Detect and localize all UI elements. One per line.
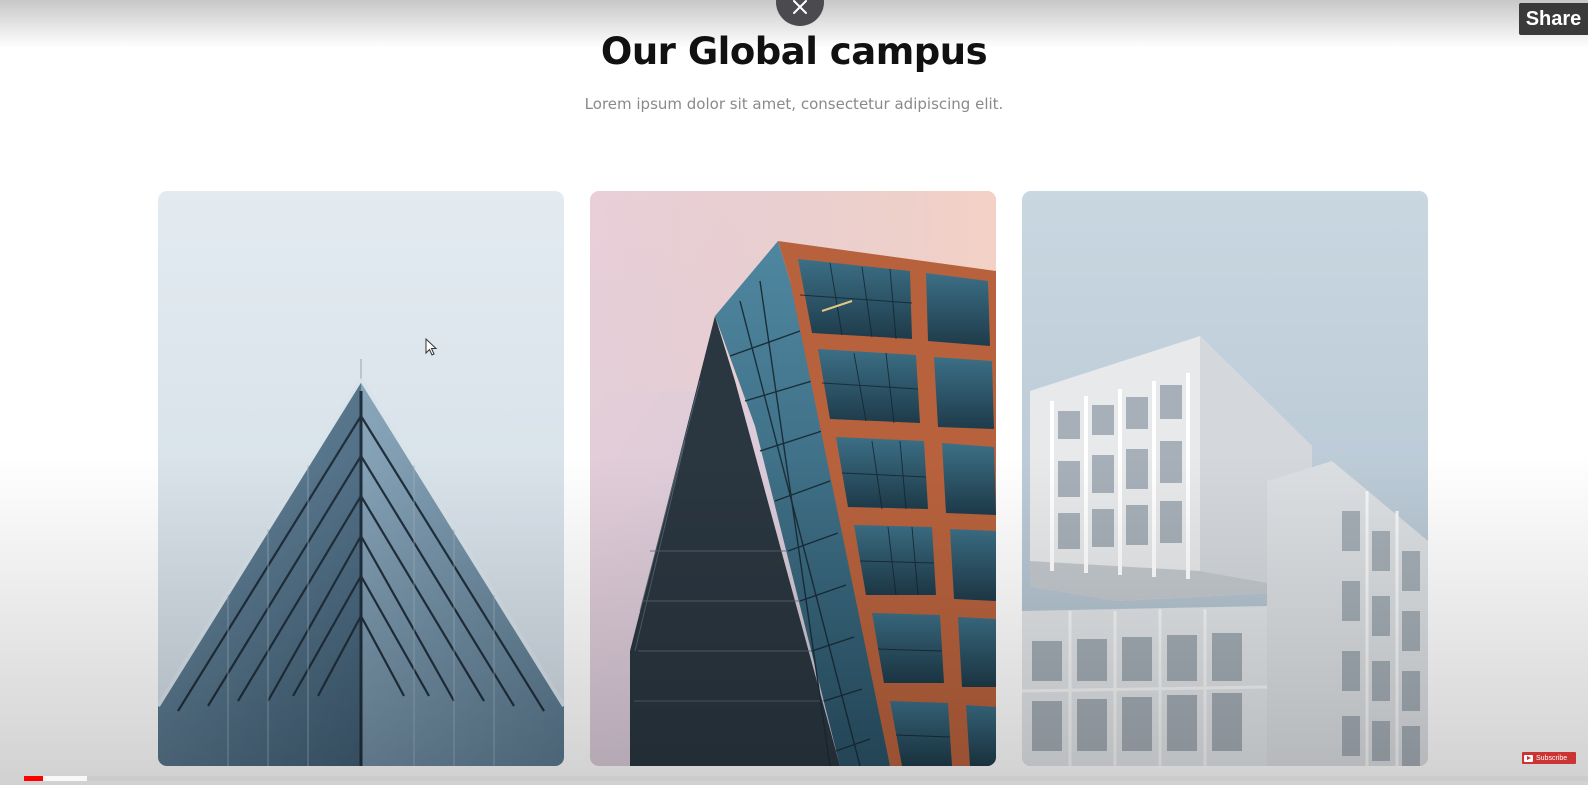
campus-card-1[interactable] bbox=[158, 191, 564, 766]
share-button[interactable]: Share bbox=[1519, 3, 1588, 35]
close-button[interactable] bbox=[776, 0, 824, 26]
youtube-play-icon bbox=[1524, 754, 1533, 762]
page-title: Our Global campus bbox=[600, 30, 988, 73]
mouse-cursor-icon bbox=[425, 338, 438, 356]
copper-frame-tower-image bbox=[590, 191, 996, 766]
subscribe-button[interactable]: Subscribe bbox=[1522, 752, 1576, 764]
page-subtitle: Lorem ipsum dolor sit amet, consectetur … bbox=[584, 95, 1004, 113]
subscribe-label: Subscribe bbox=[1536, 754, 1568, 762]
triangular-glass-building-image bbox=[158, 191, 564, 766]
progress-played bbox=[24, 776, 43, 781]
white-modular-building-image bbox=[1022, 191, 1428, 766]
campus-card-3[interactable] bbox=[1022, 191, 1428, 766]
close-icon bbox=[793, 0, 807, 14]
video-progress-bar[interactable] bbox=[24, 776, 1588, 781]
video-frame: Share Our Global campus Lorem ipsum dolo… bbox=[0, 0, 1588, 785]
campus-card-2[interactable] bbox=[590, 191, 996, 766]
